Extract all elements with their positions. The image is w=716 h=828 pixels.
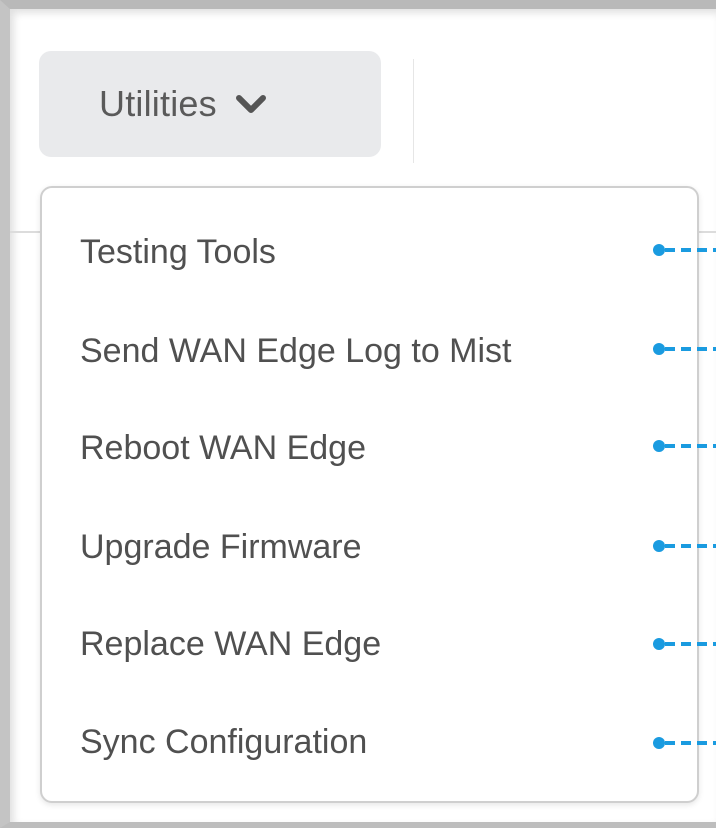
menu-item-reboot[interactable]: Reboot WAN Edge [80,418,680,478]
menu-item-send-log[interactable]: Send WAN Edge Log to Mist [80,321,680,381]
menu-item-testing-tools[interactable]: Testing Tools [80,222,680,282]
toolbar-divider [413,59,414,163]
utilities-dropdown-button[interactable]: Utilities [39,51,381,157]
menu-item-upgrade-firmware[interactable]: Upgrade Firmware [80,517,680,577]
utilities-button-label: Utilities [99,83,217,124]
menu-item-replace[interactable]: Replace WAN Edge [80,614,680,674]
window-frame: Utilities Testing Tools Send WAN Edge Lo… [0,0,716,828]
menu-item-sync-configuration[interactable]: Sync Configuration [80,712,680,772]
chevron-down-icon [235,94,267,116]
utilities-dropdown-menu: Testing Tools Send WAN Edge Log to Mist … [40,186,699,803]
